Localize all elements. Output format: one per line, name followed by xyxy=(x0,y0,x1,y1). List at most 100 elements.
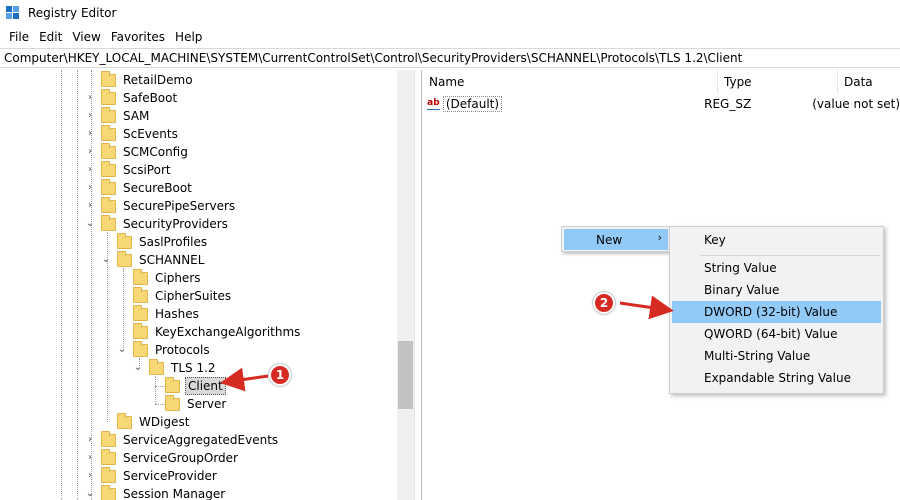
chevron-right-icon[interactable]: › xyxy=(85,431,95,449)
folder-icon xyxy=(101,484,116,500)
submenu-item-string-value[interactable]: String Value xyxy=(672,257,881,279)
folder-icon xyxy=(165,394,180,411)
folder-icon xyxy=(101,160,116,177)
chevron-down-icon[interactable]: ⌄ xyxy=(85,215,95,233)
column-header-name[interactable]: Name xyxy=(423,70,718,94)
folder-icon xyxy=(101,106,116,123)
title-bar: Registry Editor xyxy=(0,0,900,26)
folder-icon xyxy=(133,304,148,321)
registry-editor-icon xyxy=(6,6,20,20)
submenu-item-key[interactable]: Key xyxy=(672,229,881,251)
tree-item[interactable]: › ServiceGroupOrder xyxy=(88,448,240,467)
tree-item[interactable]: ⌄ TLS 1.2 xyxy=(134,358,218,377)
tree-item[interactable]: › SAM xyxy=(88,106,151,125)
folder-icon xyxy=(133,322,148,339)
pane-splitter[interactable] xyxy=(414,70,422,500)
chevron-right-icon[interactable]: › xyxy=(85,179,95,197)
tree-item[interactable]: › SecureBoot xyxy=(88,178,194,197)
chevron-right-icon[interactable]: › xyxy=(85,107,95,125)
folder-icon xyxy=(133,340,148,357)
callout-badge-2: 2 xyxy=(593,292,615,314)
tree-item[interactable]: Hashes xyxy=(133,304,201,323)
tree-item[interactable]: KeyExchangeAlgorithms xyxy=(133,322,302,341)
tree-item[interactable]: ⌄ Session Manager xyxy=(86,484,227,500)
menu-edit[interactable]: Edit xyxy=(34,30,67,44)
tree-item[interactable]: ⌄ SecurityProviders xyxy=(86,214,230,233)
string-value-icon: ab xyxy=(427,98,440,110)
address-bar[interactable]: Computer\HKEY_LOCAL_MACHINE\SYSTEM\Curre… xyxy=(0,48,900,68)
tree-guide-line xyxy=(123,268,124,350)
folder-icon xyxy=(101,430,116,447)
tree-item[interactable]: SaslProfiles xyxy=(117,232,209,251)
tree-item[interactable]: CipherSuites xyxy=(133,286,233,305)
folder-icon xyxy=(101,70,116,87)
menu-item-new[interactable]: New › xyxy=(564,229,668,250)
tree-guide-line xyxy=(155,376,156,404)
chevron-right-icon[interactable]: › xyxy=(85,89,95,107)
submenu-item-binary-value[interactable]: Binary Value xyxy=(672,279,881,301)
submenu-item-qword-value[interactable]: QWORD (64-bit) Value xyxy=(672,323,881,345)
tree-item[interactable]: › SCMConfig xyxy=(88,142,190,161)
folder-icon xyxy=(101,142,116,159)
menu-separator xyxy=(700,255,880,256)
tree-item[interactable]: › SecurePipeServers xyxy=(88,196,237,215)
folder-icon xyxy=(101,196,116,213)
tree-item[interactable]: › ScsiPort xyxy=(88,160,173,179)
new-submenu: Key String Value Binary Value DWORD (32-… xyxy=(669,226,884,394)
submenu-item-expandable-string-value[interactable]: Expandable String Value xyxy=(672,367,881,389)
column-header-data[interactable]: Data xyxy=(838,70,900,94)
submenu-item-dword-value[interactable]: DWORD (32-bit) Value xyxy=(672,301,881,323)
window-title: Registry Editor xyxy=(28,6,117,20)
tree-guide-line xyxy=(61,70,62,500)
callout-badge-1: 1 xyxy=(269,364,291,386)
chevron-down-icon[interactable]: ⌄ xyxy=(85,485,95,500)
registry-tree[interactable]: RetailDemo › SafeBoot › SAM › ScEvents › SCM… xyxy=(0,70,414,500)
tree-item[interactable]: Server xyxy=(165,394,228,413)
value-row[interactable]: ab (Default) REG_SZ (value not set) xyxy=(423,95,900,113)
chevron-right-icon[interactable]: › xyxy=(85,125,95,143)
tree-scrollbar[interactable] xyxy=(397,70,414,500)
context-menu: New › xyxy=(561,226,671,252)
tree-item[interactable]: ⌄ SCHANNEL xyxy=(102,250,206,269)
folder-icon xyxy=(101,214,116,231)
chevron-down-icon[interactable]: ⌄ xyxy=(117,341,127,359)
column-header-type[interactable]: Type xyxy=(718,70,838,94)
folder-icon xyxy=(165,376,180,393)
folder-icon xyxy=(133,286,148,303)
menu-help[interactable]: Help xyxy=(170,30,207,44)
tree-item[interactable]: ⌄ Protocols xyxy=(118,340,212,359)
folder-icon xyxy=(101,178,116,195)
tree-item[interactable]: › ServiceProvider xyxy=(88,466,219,485)
chevron-down-icon[interactable]: ⌄ xyxy=(101,251,111,269)
folder-icon xyxy=(101,88,116,105)
folder-icon xyxy=(149,358,164,375)
value-type: REG_SZ xyxy=(704,97,752,111)
chevron-right-icon[interactable]: › xyxy=(85,467,95,485)
folder-icon xyxy=(101,124,116,141)
menu-file[interactable]: File xyxy=(4,30,34,44)
chevron-right-icon[interactable]: › xyxy=(85,449,95,467)
folder-icon xyxy=(133,268,148,285)
chevron-right-icon[interactable]: › xyxy=(85,161,95,179)
tree-item[interactable]: › SafeBoot xyxy=(88,88,179,107)
submenu-item-multi-string-value[interactable]: Multi-String Value xyxy=(672,345,881,367)
folder-icon xyxy=(117,412,132,429)
chevron-down-icon[interactable]: ⌄ xyxy=(133,359,143,377)
folder-icon xyxy=(101,448,116,465)
menu-view[interactable]: View xyxy=(67,30,105,44)
menu-favorites[interactable]: Favorites xyxy=(106,30,170,44)
tree-guide-line xyxy=(155,386,165,387)
value-data: (value not set) xyxy=(812,97,900,111)
chevron-right-icon[interactable]: › xyxy=(85,197,95,215)
chevron-right-icon[interactable]: › xyxy=(85,143,95,161)
tree-item[interactable]: Ciphers xyxy=(133,268,203,287)
folder-icon xyxy=(117,250,132,267)
tree-guide-line xyxy=(77,70,78,500)
tree-scrollbar-thumb[interactable] xyxy=(398,341,413,409)
tree-item[interactable]: › ScEvents xyxy=(88,124,180,143)
tree-item[interactable]: WDigest xyxy=(117,412,191,431)
tree-item-selected[interactable]: Client xyxy=(165,376,226,395)
menu-bar: File Edit View Favorites Help xyxy=(0,26,900,48)
tree-item[interactable]: › ServiceAggregatedEvents xyxy=(88,430,280,449)
tree-item[interactable]: RetailDemo xyxy=(101,70,195,89)
